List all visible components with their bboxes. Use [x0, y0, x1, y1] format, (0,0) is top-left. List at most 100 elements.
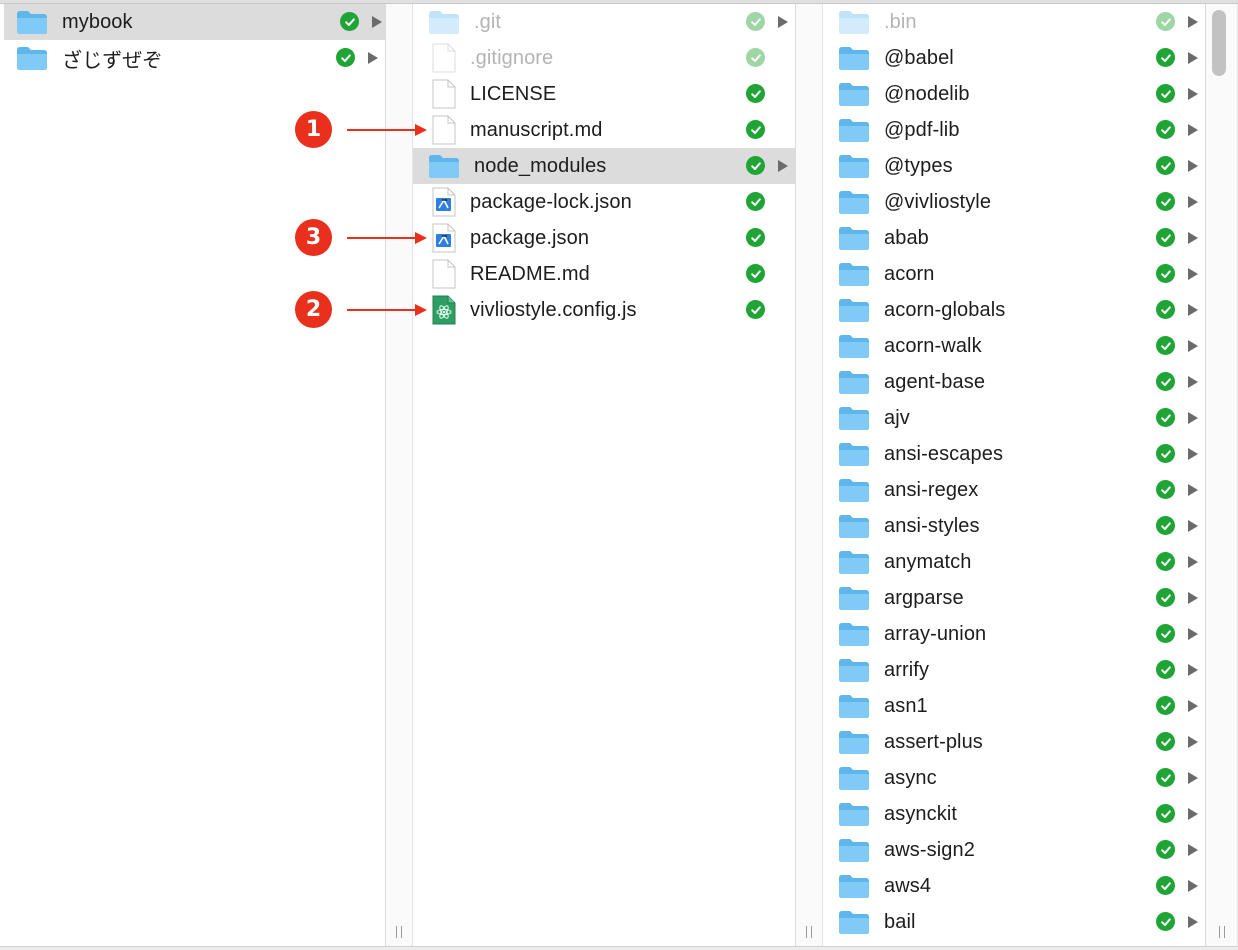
- disclosure-arrow-icon: [1188, 52, 1198, 64]
- item-name: manuscript.md: [470, 118, 603, 141]
- disclosure-arrow-icon: [1188, 448, 1198, 460]
- folder-icon: [838, 694, 870, 719]
- sync-status-check-icon: [1156, 228, 1175, 247]
- disclosure-arrow-icon: [1188, 88, 1198, 100]
- list-item-agent-base[interactable]: agent-base: [823, 364, 1205, 400]
- sync-status-check-icon: [1156, 84, 1175, 103]
- list-item-ajv[interactable]: ajv: [823, 400, 1205, 436]
- disclosure-arrow-icon: [1188, 844, 1198, 856]
- sync-status-check-icon: [336, 48, 355, 67]
- column-resize-handle[interactable]: [395, 926, 403, 938]
- list-item-vivliostyle[interactable]: @vivliostyle: [823, 184, 1205, 220]
- column-divider[interactable]: [795, 4, 823, 946]
- sync-status-check-icon: [1156, 156, 1175, 175]
- list-item-item[interactable]: ざじずぜぞ: [0, 40, 385, 76]
- disclosure-arrow-icon: [1188, 916, 1198, 928]
- list-item-git[interactable]: .git: [413, 4, 795, 40]
- list-item-assert-plus[interactable]: assert-plus: [823, 724, 1205, 760]
- item-name: node_modules: [474, 154, 607, 177]
- list-item-acorn-walk[interactable]: acorn-walk: [823, 328, 1205, 364]
- list-item-nodelib[interactable]: @nodelib: [823, 76, 1205, 112]
- disclosure-arrow-icon: [1188, 268, 1198, 280]
- item-name: ansi-styles: [884, 514, 980, 537]
- item-name: argparse: [884, 586, 964, 609]
- folder-icon: [16, 10, 48, 35]
- item-name: acorn-globals: [884, 298, 1006, 321]
- disclosure-arrow-icon: [1188, 412, 1198, 424]
- folder-icon: [838, 334, 870, 359]
- list-item-package-lock-json[interactable]: package-lock.json: [413, 184, 795, 220]
- list-item-aws4[interactable]: aws4: [823, 868, 1205, 904]
- item-name: array-union: [884, 622, 987, 645]
- item-name: @nodelib: [884, 82, 970, 105]
- list-item-ansi-escapes[interactable]: ansi-escapes: [823, 436, 1205, 472]
- disclosure-arrow-icon: [778, 16, 788, 28]
- list-item-pdf-lib[interactable]: @pdf-lib: [823, 112, 1205, 148]
- item-name: vivliostyle.config.js: [470, 298, 637, 321]
- list-item-bail[interactable]: bail: [823, 904, 1205, 940]
- vertical-scrollbar[interactable]: [1212, 10, 1226, 76]
- list-item-mybook[interactable]: mybook: [4, 4, 385, 40]
- list-item-async[interactable]: async: [823, 760, 1205, 796]
- list-item-ansi-regex[interactable]: ansi-regex: [823, 472, 1205, 508]
- list-item-abab[interactable]: abab: [823, 220, 1205, 256]
- column-divider[interactable]: [385, 4, 413, 946]
- disclosure-arrow-icon: [1188, 700, 1198, 712]
- list-item-vivliostyle-config-js[interactable]: vivliostyle.config.js: [413, 292, 795, 328]
- disclosure-arrow-icon: [1188, 16, 1198, 28]
- list-item-asn1[interactable]: asn1: [823, 688, 1205, 724]
- folder-icon: [838, 874, 870, 899]
- folder-icon: [838, 10, 870, 35]
- list-item-acorn-globals[interactable]: acorn-globals: [823, 292, 1205, 328]
- list-item-readme-md[interactable]: README.md: [413, 256, 795, 292]
- folder-icon: [838, 766, 870, 791]
- annotation-badge: 2: [295, 291, 332, 328]
- annotation-badge: 3: [295, 219, 332, 256]
- folder-icon: [838, 226, 870, 251]
- list-item-asynckit[interactable]: asynckit: [823, 796, 1205, 832]
- sync-status-check-icon: [746, 156, 765, 175]
- folder-icon: [838, 478, 870, 503]
- annotation-arrow-icon: [347, 304, 427, 316]
- finder-column-node-modules[interactable]: .bin @babel @nodelib @pdf-lib @types @vi…: [823, 4, 1205, 946]
- list-item-babel[interactable]: @babel: [823, 40, 1205, 76]
- sync-status-check-icon: [746, 84, 765, 103]
- list-item-argparse[interactable]: argparse: [823, 580, 1205, 616]
- list-item-anymatch[interactable]: anymatch: [823, 544, 1205, 580]
- folder-icon: [16, 46, 48, 71]
- item-name: @babel: [884, 46, 954, 69]
- disclosure-arrow-icon: [1188, 376, 1198, 388]
- list-item-types[interactable]: @types: [823, 148, 1205, 184]
- list-item-package-json[interactable]: package.json: [413, 220, 795, 256]
- column-resize-handle[interactable]: [1218, 926, 1226, 938]
- document-icon: [432, 259, 456, 289]
- list-item-bin[interactable]: .bin: [823, 4, 1205, 40]
- item-name: asn1: [884, 694, 928, 717]
- disclosure-arrow-icon: [1188, 232, 1198, 244]
- list-item-arrify[interactable]: arrify: [823, 652, 1205, 688]
- list-item-node-modules[interactable]: node_modules: [413, 148, 795, 184]
- column-resize-handle[interactable]: [805, 926, 813, 938]
- item-name: @types: [884, 154, 953, 177]
- window-bottom-edge: [0, 946, 1238, 950]
- sync-status-check-icon: [1156, 444, 1175, 463]
- list-item-ansi-styles[interactable]: ansi-styles: [823, 508, 1205, 544]
- folder-icon: [838, 262, 870, 287]
- list-item-aws-sign2[interactable]: aws-sign2: [823, 832, 1205, 868]
- disclosure-arrow-icon: [1188, 340, 1198, 352]
- list-item-array-union[interactable]: array-union: [823, 616, 1205, 652]
- disclosure-arrow-icon: [1188, 736, 1198, 748]
- item-name: mybook: [62, 10, 133, 33]
- item-name: README.md: [470, 262, 590, 285]
- item-name: package-lock.json: [470, 190, 632, 213]
- finder-column-mybook[interactable]: .git .gitignore LICENSE manuscript.md no…: [413, 4, 795, 946]
- sync-status-check-icon: [1156, 552, 1175, 571]
- item-name: aws4: [884, 874, 932, 897]
- column-divider[interactable]: [1205, 4, 1238, 946]
- list-item-manuscript-md[interactable]: manuscript.md: [413, 112, 795, 148]
- list-item-license[interactable]: LICENSE: [413, 76, 795, 112]
- list-item-acorn[interactable]: acorn: [823, 256, 1205, 292]
- sync-status-check-icon: [1156, 840, 1175, 859]
- folder-icon: [838, 298, 870, 323]
- list-item-gitignore[interactable]: .gitignore: [413, 40, 795, 76]
